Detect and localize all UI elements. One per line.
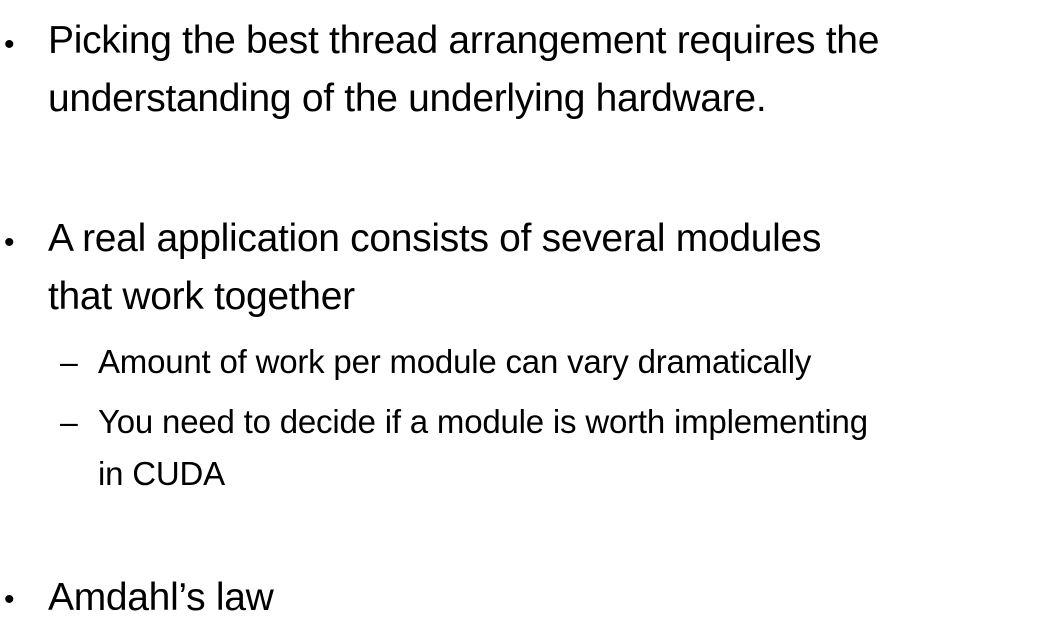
bullet-line: A real application consists of several m… xyxy=(48,217,822,260)
bullet-marker: • xyxy=(4,28,15,61)
bullet-marker: • xyxy=(4,226,15,259)
bullet-text: Amdahl’s law xyxy=(48,569,1033,627)
bullet-line: Picking the best thread arrangement requ… xyxy=(48,19,880,62)
sub-bullet-text: Amount of work per module can vary drama… xyxy=(98,336,1033,388)
sub-bullet-line: Amount of work per module can vary drama… xyxy=(98,343,812,380)
bullet-text: Picking the best thread arrangement requ… xyxy=(48,12,1033,128)
sub-bullet-line: You need to decide if a module is worth … xyxy=(98,403,868,440)
sub-bullet-marker: – xyxy=(60,344,78,380)
sub-bullet-text: You need to decide if a module is worth … xyxy=(98,396,1033,500)
bullet-line: Amdahl’s law xyxy=(48,576,274,619)
bullet-line: understanding of the underlying hardware… xyxy=(48,77,767,120)
bullet-marker: • xyxy=(4,583,15,616)
slide-content: • Picking the best thread arrangement re… xyxy=(0,0,1050,626)
sub-bullet-line: in CUDA xyxy=(98,455,225,492)
bullet-line: that work together xyxy=(48,275,355,318)
sub-bullet-marker: – xyxy=(60,404,78,440)
bullet-text: A real application consists of several m… xyxy=(48,210,1033,326)
